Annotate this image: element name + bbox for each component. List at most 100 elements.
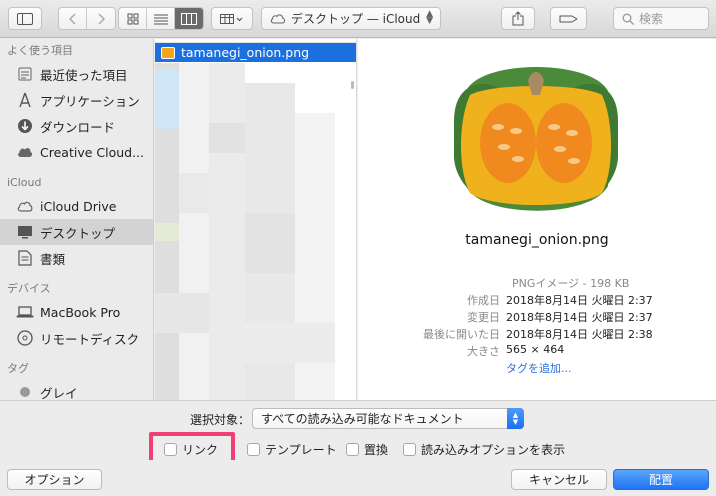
chevron-left-icon bbox=[68, 12, 76, 25]
document-icon bbox=[16, 249, 34, 267]
tag-icon bbox=[559, 15, 577, 22]
tag-button[interactable] bbox=[550, 7, 587, 30]
share-button[interactable] bbox=[501, 7, 535, 30]
grid-icon bbox=[127, 13, 138, 24]
list-view-button[interactable] bbox=[147, 8, 175, 29]
scrollbar-thumb[interactable] bbox=[351, 81, 354, 89]
bottom-bar: オプション キャンセル 配置 bbox=[0, 460, 716, 496]
options-button[interactable]: オプション bbox=[7, 469, 102, 490]
download-icon bbox=[16, 117, 34, 135]
sidebar-item-label: グレイ bbox=[40, 385, 78, 401]
sidebar-item-label: 書類 bbox=[40, 251, 66, 267]
chevron-right-icon bbox=[98, 12, 105, 25]
icon-view-button[interactable] bbox=[119, 8, 147, 29]
sidebar-section-tags: タグ bbox=[7, 362, 29, 375]
sidebar-section-favorites: よく使う項目 bbox=[7, 44, 73, 57]
file-kind: PNGイメージ - 198 KB bbox=[512, 277, 630, 290]
checkbox-label: 置換 bbox=[364, 443, 389, 457]
meta-label: 最後に開いた日 bbox=[423, 328, 500, 341]
back-forward-control bbox=[58, 7, 116, 30]
file-type-value: すべての読み込み可能なドキュメント bbox=[261, 412, 464, 426]
sidebar-item-label: Creative Cloud... bbox=[40, 144, 145, 160]
meta-label: 作成日 bbox=[467, 294, 500, 307]
share-icon bbox=[512, 11, 524, 26]
popup-chevron-icon: ▲ ▼ bbox=[426, 9, 433, 26]
add-tags-link[interactable]: タグを追加... bbox=[506, 360, 572, 377]
preview-pane: tamanegi_onion.png PNGイメージ - 198 KB 作成日 … bbox=[358, 39, 716, 400]
search-input[interactable]: 検索 bbox=[613, 7, 709, 30]
blurred-file-list bbox=[155, 63, 356, 400]
preview-file-name: tamanegi_onion.png bbox=[465, 232, 609, 248]
view-mode-control bbox=[118, 7, 204, 30]
sidebar-item-icloud-drive[interactable]: iCloud Drive bbox=[0, 193, 153, 219]
options-area: 選択対象： すべての読み込み可能なドキュメント ▲ ▼ リンク テンプレート 置換… bbox=[0, 400, 716, 460]
meta-value: 2018年8月14日 火曜日 2:37 bbox=[506, 311, 653, 324]
sidebar-item-recents[interactable]: 最近使った項目 bbox=[0, 61, 153, 87]
meta-value: 565 × 464 bbox=[506, 343, 565, 356]
sidebar-item-tag-gray[interactable]: グレイ bbox=[0, 379, 153, 400]
checkbox-box[interactable] bbox=[403, 443, 416, 456]
sidebar-section-devices: デバイス bbox=[7, 282, 51, 295]
sidebar-item-applications[interactable]: アプリケーション bbox=[0, 87, 153, 113]
sidebar-item-creative-cloud[interactable]: Creative Cloud... bbox=[0, 139, 153, 165]
location-label: デスクトップ — iCloud bbox=[291, 12, 421, 26]
select-label: 選択対象： bbox=[190, 413, 251, 427]
sidebar-item-remote-disc[interactable]: リモートディスク bbox=[0, 325, 153, 351]
toolbar: デスクトップ — iCloud ▲ ▼ 検索 bbox=[0, 0, 716, 38]
sidebar-item-label: アプリケーション bbox=[40, 93, 140, 109]
laptop-icon bbox=[16, 303, 34, 321]
checkbox-box[interactable] bbox=[247, 443, 260, 456]
location-popup[interactable]: デスクトップ — iCloud ▲ ▼ bbox=[261, 7, 441, 30]
search-icon bbox=[622, 13, 634, 25]
file-row-selected[interactable]: tamanegi_onion.png bbox=[155, 43, 356, 62]
recents-icon bbox=[16, 65, 34, 83]
column-view-button[interactable] bbox=[175, 8, 203, 29]
popup-stepper-icon: ▲ ▼ bbox=[507, 408, 524, 429]
show-import-options-checkbox[interactable]: 読み込みオプションを表示 bbox=[403, 441, 565, 458]
sidebar-section-icloud: iCloud bbox=[7, 175, 42, 189]
place-button[interactable]: 配置 bbox=[613, 469, 709, 490]
meta-row-dimensions: 大きさ 565 × 464 bbox=[358, 343, 716, 360]
search-placeholder: 検索 bbox=[639, 12, 664, 26]
meta-row-last-opened: 最後に開いた日 2018年8月14日 火曜日 2:38 bbox=[358, 326, 716, 343]
sidebar-item-macbook-pro[interactable]: MacBook Pro bbox=[0, 299, 153, 325]
sidebar-icon bbox=[17, 12, 33, 25]
forward-button[interactable] bbox=[87, 8, 115, 29]
sidebar-item-label: iCloud Drive bbox=[40, 198, 117, 214]
meta-row-tags: タグを追加... bbox=[358, 360, 716, 377]
file-type-popup[interactable]: すべての読み込み可能なドキュメント ▲ ▼ bbox=[252, 408, 524, 429]
list-icon bbox=[153, 14, 168, 24]
file-name: tamanegi_onion.png bbox=[181, 45, 310, 60]
back-button[interactable] bbox=[59, 8, 87, 29]
meta-value: 2018年8月14日 火曜日 2:37 bbox=[506, 294, 653, 307]
png-file-icon bbox=[161, 46, 175, 59]
cloud-icon bbox=[270, 14, 286, 24]
sidebar-item-label: デスクトップ bbox=[40, 225, 116, 241]
checkbox-box[interactable] bbox=[346, 443, 359, 456]
sidebar: よく使う項目 最近使った項目 アプリケーション ダウンロード Creative … bbox=[0, 39, 154, 400]
meta-label: 大きさ bbox=[467, 345, 500, 358]
sidebar-item-label: 最近使った項目 bbox=[40, 67, 128, 83]
cancel-button[interactable]: キャンセル bbox=[511, 469, 607, 490]
template-checkbox[interactable]: テンプレート bbox=[247, 441, 337, 458]
meta-value: 2018年8月14日 火曜日 2:38 bbox=[506, 328, 653, 341]
sidebar-item-label: リモートディスク bbox=[40, 331, 140, 347]
group-by-button[interactable] bbox=[211, 7, 253, 30]
group-grid-icon bbox=[220, 13, 243, 24]
checkbox-label: 読み込みオプションを表示 bbox=[421, 443, 566, 457]
desktop-icon bbox=[16, 223, 34, 241]
meta-label: 変更日 bbox=[467, 311, 500, 324]
meta-row-created: 作成日 2018年8月14日 火曜日 2:37 bbox=[358, 292, 716, 309]
sidebar-item-documents[interactable]: 書類 bbox=[0, 245, 153, 271]
applications-icon bbox=[16, 91, 34, 109]
sidebar-item-desktop[interactable]: デスクトップ bbox=[0, 219, 153, 245]
pumpkin-thumbnail-image bbox=[454, 67, 618, 211]
disc-icon bbox=[16, 329, 34, 347]
sidebar-item-downloads[interactable]: ダウンロード bbox=[0, 113, 153, 139]
checkbox-label: テンプレート bbox=[265, 443, 337, 457]
meta-row-modified: 変更日 2018年8月14日 火曜日 2:37 bbox=[358, 309, 716, 326]
file-column: tamanegi_onion.png bbox=[155, 39, 357, 400]
replace-checkbox[interactable]: 置換 bbox=[346, 441, 388, 458]
gray-tag-dot-icon bbox=[16, 383, 34, 400]
sidebar-toggle-button[interactable] bbox=[8, 7, 42, 30]
